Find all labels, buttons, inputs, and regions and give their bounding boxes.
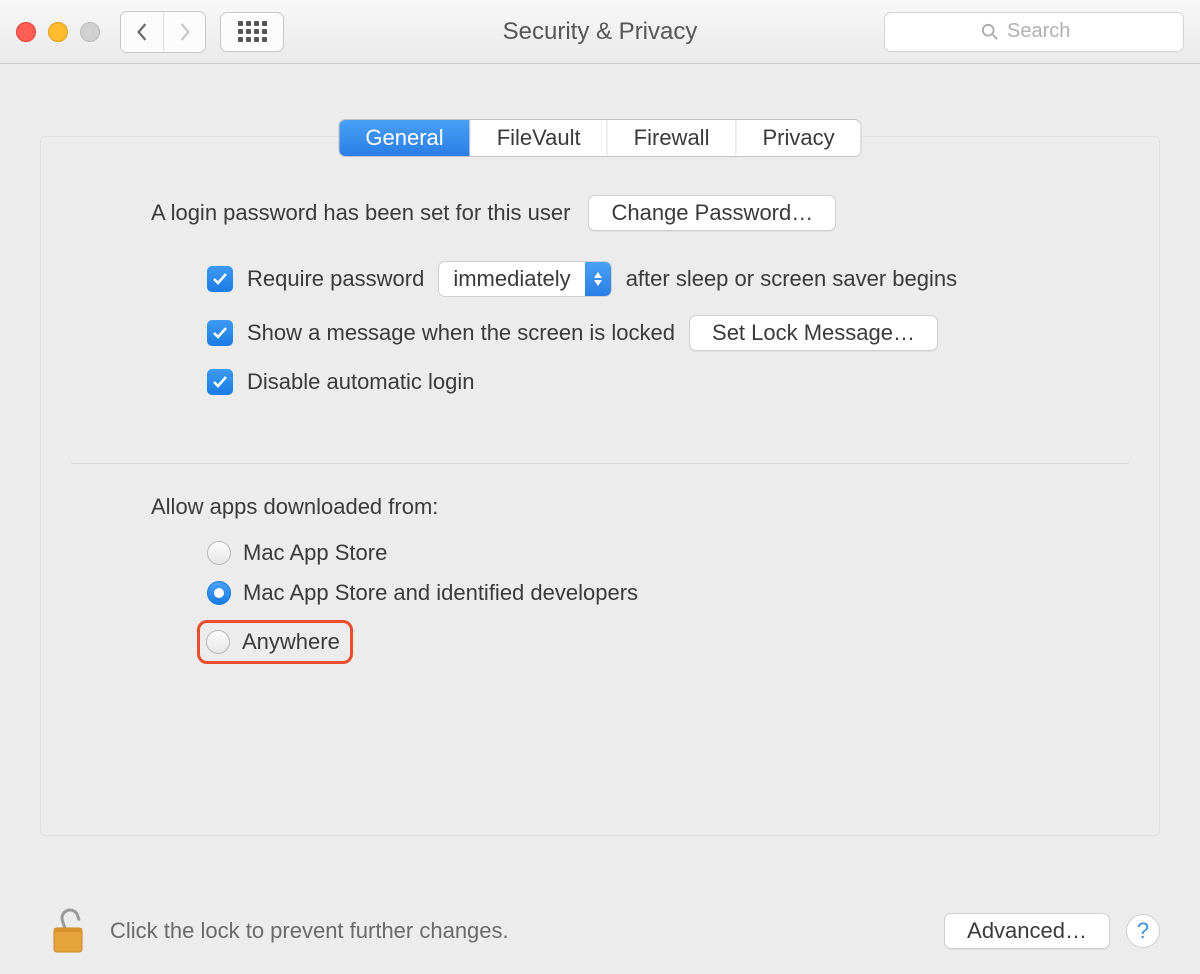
forward-button[interactable] [163,12,205,52]
minimize-window-button[interactable] [48,22,68,42]
checkmark-icon [212,272,228,286]
set-lock-message-button[interactable]: Set Lock Message… [689,315,938,351]
radio-mac-app-store[interactable] [207,541,231,565]
radio-anywhere[interactable] [206,630,230,654]
search-input[interactable] [1007,20,1087,43]
checkmark-icon [212,326,228,340]
change-password-button[interactable]: Change Password… [588,195,836,231]
show-all-button[interactable] [220,12,284,52]
radio-row-mas-identified: Mac App Store and identified developers [207,580,1089,606]
updown-icon [585,262,611,296]
require-password-label: Require password [247,266,424,292]
radio-mac-app-store-label: Mac App Store [243,540,387,566]
require-password-after-label: after sleep or screen saver begins [626,266,957,292]
chevron-right-icon [178,23,192,41]
checkmark-icon [212,375,228,389]
require-password-row: Require password immediately after sleep… [207,261,1089,297]
disable-auto-login-label: Disable automatic login [247,369,474,395]
back-button[interactable] [121,12,163,52]
radio-mas-identified-label: Mac App Store and identified developers [243,580,638,606]
disable-auto-login-row: Disable automatic login [207,369,1089,395]
login-password-row: A login password has been set for this u… [151,195,1089,231]
content-panel: General FileVault Firewall Privacy A log… [40,136,1160,836]
require-password-delay-popup[interactable]: immediately [438,261,611,297]
grid-icon [238,21,267,42]
traffic-lights [16,22,100,42]
tab-filevault[interactable]: FileVault [471,120,608,156]
chevron-left-icon [135,23,149,41]
allow-apps-radio-group: Mac App Store Mac App Store and identifi… [207,540,1089,664]
tab-general[interactable]: General [339,120,470,156]
lock-text: Click the lock to prevent further change… [110,918,509,944]
search-icon [981,23,999,41]
radio-anywhere-label: Anywhere [242,629,340,655]
zoom-window-button[interactable] [80,22,100,42]
show-lock-message-checkbox[interactable] [207,320,233,346]
allow-apps-label: Allow apps downloaded from: [151,494,1089,520]
titlebar: Security & Privacy [0,0,1200,64]
advanced-button[interactable]: Advanced… [944,913,1110,949]
lock-icon[interactable] [48,906,88,956]
tab-privacy[interactable]: Privacy [736,120,860,156]
disable-auto-login-checkbox[interactable] [207,369,233,395]
footer-right: Advanced… ? [944,913,1160,949]
require-password-checkbox[interactable] [207,266,233,292]
nav-buttons [120,11,206,53]
radio-mas-identified[interactable] [207,581,231,605]
require-password-delay-value: immediately [439,263,584,295]
tab-bar: General FileVault Firewall Privacy [338,119,861,157]
footer: Click the lock to prevent further change… [0,906,1200,956]
radio-row-mas: Mac App Store [207,540,1089,566]
anywhere-highlight: Anywhere [197,620,353,664]
section-login: A login password has been set for this u… [41,137,1159,463]
section-gatekeeper: Allow apps downloaded from: Mac App Stor… [41,464,1159,664]
login-password-label: A login password has been set for this u… [151,200,570,226]
close-window-button[interactable] [16,22,36,42]
radio-row-anywhere: Anywhere [207,620,1089,664]
search-field-wrap[interactable] [884,12,1184,52]
help-button[interactable]: ? [1126,914,1160,948]
window-title: Security & Privacy [503,18,698,46]
lock-message-row: Show a message when the screen is locked… [207,315,1089,351]
tab-firewall[interactable]: Firewall [608,120,737,156]
show-lock-message-label: Show a message when the screen is locked [247,320,675,346]
